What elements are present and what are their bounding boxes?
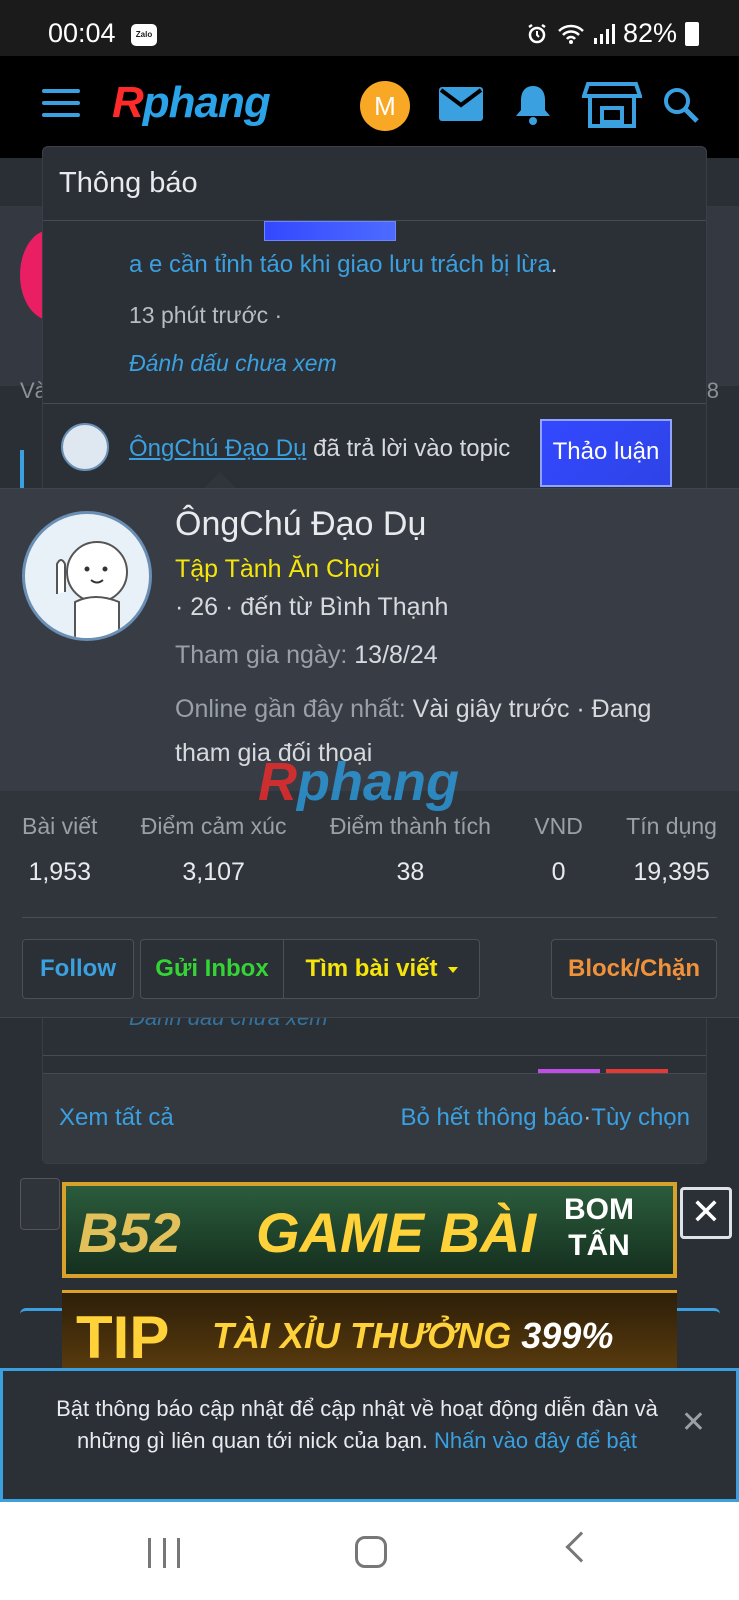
site-logo[interactable]: Rphang	[112, 78, 271, 128]
notification-user-link[interactable]: ÔngChú Đạo Dụ	[129, 435, 306, 462]
view-all-link[interactable]: Xem tất cả	[59, 1104, 174, 1132]
pagination-prev[interactable]	[20, 1178, 60, 1230]
avatar-illustration	[56, 541, 128, 638]
stat-reactions: Điểm cảm xúc 3,107	[140, 813, 287, 886]
find-posts-button[interactable]: Tìm bài viết	[283, 939, 480, 999]
stat-vnd: VND 0	[534, 813, 583, 886]
notification-thumbnail	[264, 221, 396, 241]
block-button[interactable]: Block/Chặn	[551, 939, 717, 999]
wifi-icon	[558, 24, 584, 44]
member-header: ÔngChú Đạo Dụ Tập Tành Ăn Chơi · 26 · đế…	[0, 489, 739, 791]
send-inbox-button[interactable]: Gửi Inbox	[140, 939, 284, 999]
push-banner-text: Bật thông báo cập nhật để cập nhật về ho…	[56, 1396, 658, 1453]
notifications-title: Thông báo	[43, 147, 706, 221]
divider	[43, 1055, 706, 1056]
notification-item[interactable]: ÔngChú Đạo Dụ đã trả lời vào topic Thảo …	[43, 405, 706, 495]
member-avatar[interactable]	[22, 511, 152, 641]
notification-time: 13 phút trước ·	[129, 302, 283, 328]
background-text: 8	[706, 378, 719, 403]
user-avatar[interactable]: M	[360, 81, 410, 131]
ad-banner[interactable]: TIP TÀI XỈU THƯỞNG 399%	[62, 1290, 677, 1372]
background-accent	[20, 450, 24, 490]
topic-badge[interactable]: Thảo luận	[540, 419, 672, 487]
ad-banner[interactable]: B52 GAME BÀI BOM TẤN	[62, 1182, 677, 1278]
close-ad-button[interactable]: ✕	[680, 1187, 732, 1239]
follow-button[interactable]: Follow	[22, 939, 134, 999]
stat-posts: Bài viết 1,953	[22, 813, 98, 886]
home-icon[interactable]	[355, 1536, 387, 1568]
avatar[interactable]	[61, 423, 109, 471]
status-bar: 00:04 Zalo 82%	[0, 0, 739, 56]
battery-percent: 82%	[622, 18, 677, 48]
divider	[43, 403, 706, 404]
bell-icon[interactable]	[512, 82, 554, 126]
member-tooltip: ÔngChú Đạo Dụ Tập Tành Ăn Chơi · 26 · đế…	[0, 488, 739, 1018]
signal-icon	[593, 23, 615, 44]
status-icons: 82%	[525, 18, 699, 49]
top-navigation: Rphang M	[0, 56, 739, 158]
store-icon[interactable]	[582, 80, 642, 130]
member-stats: Bài viết 1,953 Điểm cảm xúc 3,107 Điểm thà…	[22, 813, 717, 887]
recent-apps-icon[interactable]	[148, 1538, 180, 1568]
notification-message[interactable]: a e cần tỉnh táo khi giao lưu trách bị l…	[129, 251, 557, 279]
stat-credit: Tín dụng 19,395	[626, 813, 717, 886]
notifications-footer: Xem tất cả Bỏ hết thông báo·Tùy chọn	[43, 1073, 706, 1163]
caret-down-icon	[447, 966, 458, 973]
alarm-icon	[528, 23, 546, 43]
ad-brand: B52	[78, 1201, 181, 1264]
zalo-icon: Zalo	[131, 24, 157, 46]
member-title: Tập Tành Ăn Chơi	[175, 555, 380, 583]
member-location: · 26 · đến từ Bình Thạnh	[175, 593, 449, 621]
close-icon[interactable]: ✕	[681, 1405, 706, 1440]
search-icon[interactable]	[662, 86, 700, 124]
status-time: 00:04	[48, 18, 116, 48]
stat-trophies: Điểm thành tích 38	[329, 813, 491, 886]
menu-icon[interactable]	[42, 89, 80, 117]
dismiss-all-link[interactable]: Bỏ hết thông báo	[400, 1104, 583, 1131]
mail-icon[interactable]	[438, 86, 484, 122]
ad-headline: TÀI XỈU THƯỞNG 399%	[212, 1315, 614, 1356]
footer-actions: Bỏ hết thông báo·Tùy chọn	[400, 1104, 690, 1131]
member-name[interactable]: ÔngChú Đạo Dụ	[175, 505, 426, 544]
back-icon[interactable]	[565, 1531, 597, 1563]
enable-push-link[interactable]: Nhấn vào đây để bật	[434, 1428, 637, 1453]
site-watermark: Rphang	[258, 752, 459, 812]
member-joined: Tham gia ngày: 13/8/24	[175, 641, 438, 669]
notification-text: ÔngChú Đạo Dụ đã trả lời vào topic	[129, 435, 511, 462]
ad-headline: GAME BÀI	[256, 1201, 536, 1264]
mark-unread-link[interactable]: Đánh dấu chưa xem	[129, 350, 337, 377]
system-nav-bar	[0, 1502, 739, 1600]
options-link[interactable]: Tùy chọn	[591, 1104, 690, 1131]
push-permission-banner: Bật thông báo cập nhật để cập nhật về ho…	[0, 1368, 739, 1502]
divider	[22, 917, 717, 918]
ad-brand: TIP	[76, 1304, 170, 1371]
ad-tagline: BOM TẤN	[564, 1193, 634, 1262]
battery-icon	[685, 21, 699, 46]
